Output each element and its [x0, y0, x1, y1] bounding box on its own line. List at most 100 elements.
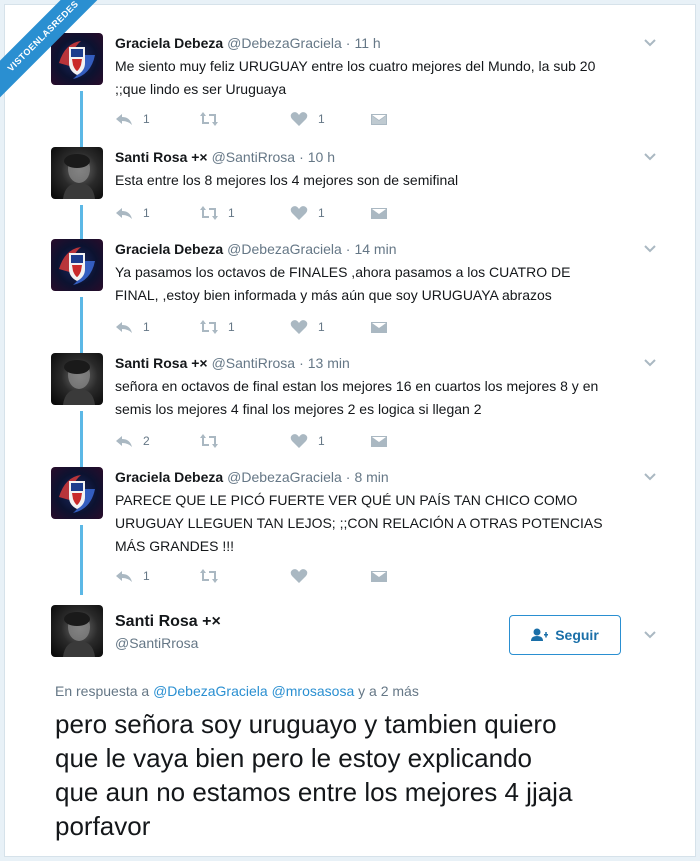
envelope-icon	[371, 322, 387, 333]
tweet-time[interactable]: 10 h	[308, 149, 335, 165]
reply-icon	[116, 208, 132, 219]
author-handle[interactable]: @DebezaGraciela	[227, 241, 342, 257]
direct-message-button[interactable]	[370, 568, 388, 584]
author-name[interactable]: Graciela Debeza	[115, 241, 223, 257]
reply-suffix[interactable]: y a 2 más	[358, 683, 419, 699]
chevron-down-icon[interactable]	[643, 241, 657, 255]
reply-icon	[116, 571, 132, 582]
reply-button[interactable]: 1	[115, 568, 153, 584]
author-name[interactable]: Graciela Debeza	[115, 469, 223, 485]
tweet-header: Graciela Debeza @DebezaGraciela · 14 min	[115, 241, 397, 257]
tweet-text-line: URUGUAY LLEGUEN TAN LEJOS; ;;CON RELACIÓ…	[115, 515, 603, 531]
reply-icon	[116, 436, 132, 447]
reply-button[interactable]: 1	[115, 111, 153, 127]
envelope-icon	[371, 571, 387, 582]
chevron-down-icon[interactable]	[643, 35, 657, 49]
chevron-down-icon[interactable]	[643, 469, 657, 483]
tweet-header: Graciela Debeza @DebezaGraciela · 11 h	[115, 35, 381, 51]
author-name[interactable]: Santi Rosa +×	[115, 355, 208, 371]
like-button[interactable]	[290, 568, 328, 584]
reply-button[interactable]: 1	[115, 205, 153, 221]
mention-link[interactable]: @mrosasosa	[272, 683, 355, 699]
tweet-header: Graciela Debeza @DebezaGraciela · 8 min	[115, 469, 389, 485]
chevron-down-icon[interactable]	[643, 627, 657, 641]
like-count: 1	[318, 206, 325, 220]
tweet-text-line: semis los mejores 4 final los mejores 2 …	[115, 401, 482, 417]
author-name[interactable]: Santi Rosa +×	[115, 613, 221, 631]
author-handle[interactable]: @DebezaGraciela	[227, 35, 342, 51]
heart-icon	[290, 320, 308, 334]
heart-icon	[290, 206, 308, 220]
envelope-icon	[371, 436, 387, 447]
retweet-button[interactable]	[200, 433, 238, 449]
like-button[interactable]: 1	[290, 111, 328, 127]
thread-line	[80, 411, 83, 473]
heart-icon	[290, 434, 308, 448]
author-handle[interactable]: @SantiRrosa	[115, 635, 198, 651]
tweet-thread-card: VISTOENLASREDES Graciela Debeza @DebezaGr…	[0, 0, 696, 857]
retweet-count: 1	[228, 206, 235, 220]
reply-button[interactable]: 2	[115, 433, 153, 449]
tweet-text-line: Ya pasamos los octavos de FINALES ,ahora…	[115, 264, 571, 280]
mention-link[interactable]: @DebezaGraciela	[153, 683, 268, 699]
envelope-icon	[371, 208, 387, 219]
like-button[interactable]: 1	[290, 205, 328, 221]
author-handle[interactable]: @SantiRrosa	[212, 149, 295, 165]
tweet-header: Santi Rosa +× @SantiRrosa · 10 h	[115, 149, 335, 165]
chevron-down-icon[interactable]	[643, 355, 657, 369]
direct-message-button[interactable]	[370, 433, 388, 449]
retweet-icon	[200, 320, 218, 334]
chevron-down-icon[interactable]	[643, 149, 657, 163]
reply-context: En respuesta a @DebezaGraciela @mrosasos…	[55, 683, 419, 699]
tweet-text-line: PARECE QUE LE PICÓ FUERTE VER QUÉ UN PAÍ…	[115, 492, 578, 508]
tweet-text-line: MÁS GRANDES !!!	[115, 538, 235, 554]
direct-message-button[interactable]	[370, 205, 388, 221]
reply-icon	[116, 322, 132, 333]
graciela-avatar[interactable]	[51, 467, 103, 519]
envelope-icon	[371, 114, 387, 125]
santi-avatar[interactable]	[51, 147, 103, 199]
santi-avatar[interactable]	[51, 605, 103, 657]
retweet-button[interactable]: 1	[200, 205, 238, 221]
reply-count: 2	[143, 434, 150, 448]
tweet-text-line: que aun no estamos entre los mejores 4 j…	[55, 777, 573, 807]
graciela-avatar[interactable]	[51, 33, 103, 85]
like-button[interactable]: 1	[290, 433, 328, 449]
graciela-avatar[interactable]	[51, 239, 103, 291]
tweet-text-line: porfavor	[55, 811, 151, 841]
tweet-text-line: señora en octavos de final estan los mej…	[115, 378, 599, 394]
author-handle[interactable]: @DebezaGraciela	[227, 469, 342, 485]
tweet-time[interactable]: 11 h	[354, 35, 380, 51]
santi-avatar[interactable]	[51, 353, 103, 405]
follow-button[interactable]: Seguir	[509, 615, 621, 655]
reply-button[interactable]: 1	[115, 319, 153, 335]
tweet-time[interactable]: 8 min	[354, 469, 388, 485]
retweet-icon	[200, 206, 218, 220]
tweet-text: Esta entre los 8 mejores los 4 mejores s…	[115, 169, 655, 192]
author-handle[interactable]: @SantiRrosa	[212, 355, 295, 371]
retweet-count: 1	[228, 320, 235, 334]
retweet-button[interactable]	[200, 111, 238, 127]
tweet-text: PARECE QUE LE PICÓ FUERTE VER QUÉ UN PAÍ…	[115, 489, 655, 558]
heart-icon	[290, 112, 308, 126]
tweet-text-line: que le vaya bien pero le estoy explicand…	[55, 743, 532, 773]
direct-message-button[interactable]	[370, 111, 388, 127]
retweet-icon	[200, 434, 218, 448]
thread-line	[80, 525, 83, 595]
author-name[interactable]: Santi Rosa +×	[115, 149, 208, 165]
tweet-time[interactable]: 13 min	[308, 355, 350, 371]
heart-icon	[290, 569, 308, 583]
follow-label: Seguir	[555, 627, 599, 643]
like-button[interactable]: 1	[290, 319, 328, 335]
tweet-time[interactable]: 14 min	[354, 241, 396, 257]
tweet-text-line: ;;que lindo es ser Uruguaya	[115, 81, 287, 97]
thread-line	[80, 297, 83, 357]
reply-count: 1	[143, 320, 150, 334]
like-count: 1	[318, 320, 325, 334]
reply-count: 1	[143, 112, 150, 126]
retweet-button[interactable]: 1	[200, 319, 238, 335]
retweet-button[interactable]	[200, 568, 238, 584]
author-name[interactable]: Graciela Debeza	[115, 35, 223, 51]
tweet-text-line: Esta entre los 8 mejores los 4 mejores s…	[115, 172, 459, 188]
direct-message-button[interactable]	[370, 319, 388, 335]
